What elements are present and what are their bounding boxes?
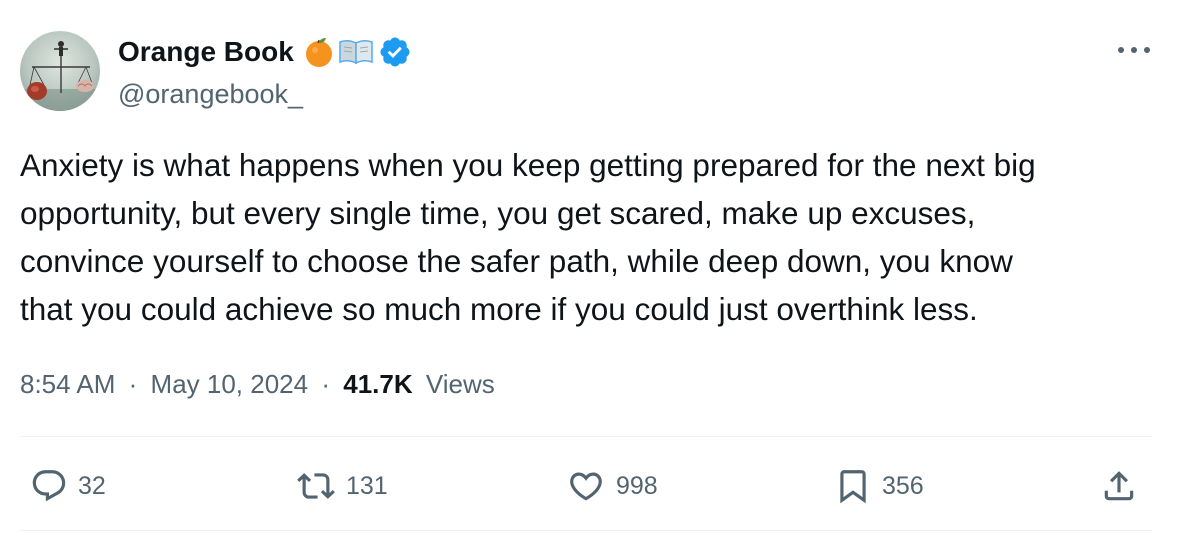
more-options-button[interactable] [1114, 38, 1154, 62]
more-horizontal-icon [1118, 47, 1150, 53]
views-label: Views [425, 369, 495, 399]
verified-badge-icon[interactable] [378, 35, 412, 69]
author-display-name[interactable]: Orange Book [118, 32, 294, 72]
bookmark-icon [840, 470, 866, 504]
divider [20, 436, 1152, 437]
avatar-image [20, 31, 100, 111]
bookmark-button[interactable]: 356 [834, 464, 924, 508]
reply-icon [32, 470, 66, 502]
open-book-emoji-icon [339, 39, 373, 65]
divider [20, 530, 1152, 531]
name-emojis [302, 35, 412, 69]
avatar[interactable] [20, 31, 100, 111]
meta-separator: · [321, 369, 331, 399]
tweet-time[interactable]: 8:54 AM [20, 369, 115, 399]
repost-count: 131 [346, 472, 388, 500]
tweet-card: Orange Book @orangebook_ Anxiety is what… [0, 0, 1188, 536]
orange-emoji-icon [305, 38, 332, 67]
tweet-text: Anxiety is what happens when you keep ge… [20, 147, 1036, 327]
repost-button[interactable]: 131 [296, 464, 388, 508]
author-handle[interactable]: @orangebook_ [118, 76, 303, 112]
like-count: 998 [616, 472, 658, 500]
views-count[interactable]: 41.7K [343, 369, 412, 399]
heart-icon [570, 472, 602, 501]
share-icon [1104, 471, 1134, 501]
like-button[interactable]: 998 [566, 464, 658, 508]
repost-icon [297, 473, 335, 499]
bookmark-count: 356 [882, 472, 924, 500]
meta-separator: · [128, 369, 138, 399]
tweet-meta: 8:54 AM · May 10, 2024 · 41.7K Views [20, 364, 495, 404]
author-name-row: Orange Book [118, 32, 412, 72]
reply-button[interactable]: 32 [30, 464, 106, 508]
tweet-date[interactable]: May 10, 2024 [151, 369, 309, 399]
reply-count: 32 [78, 472, 106, 500]
share-button[interactable] [1100, 464, 1138, 508]
